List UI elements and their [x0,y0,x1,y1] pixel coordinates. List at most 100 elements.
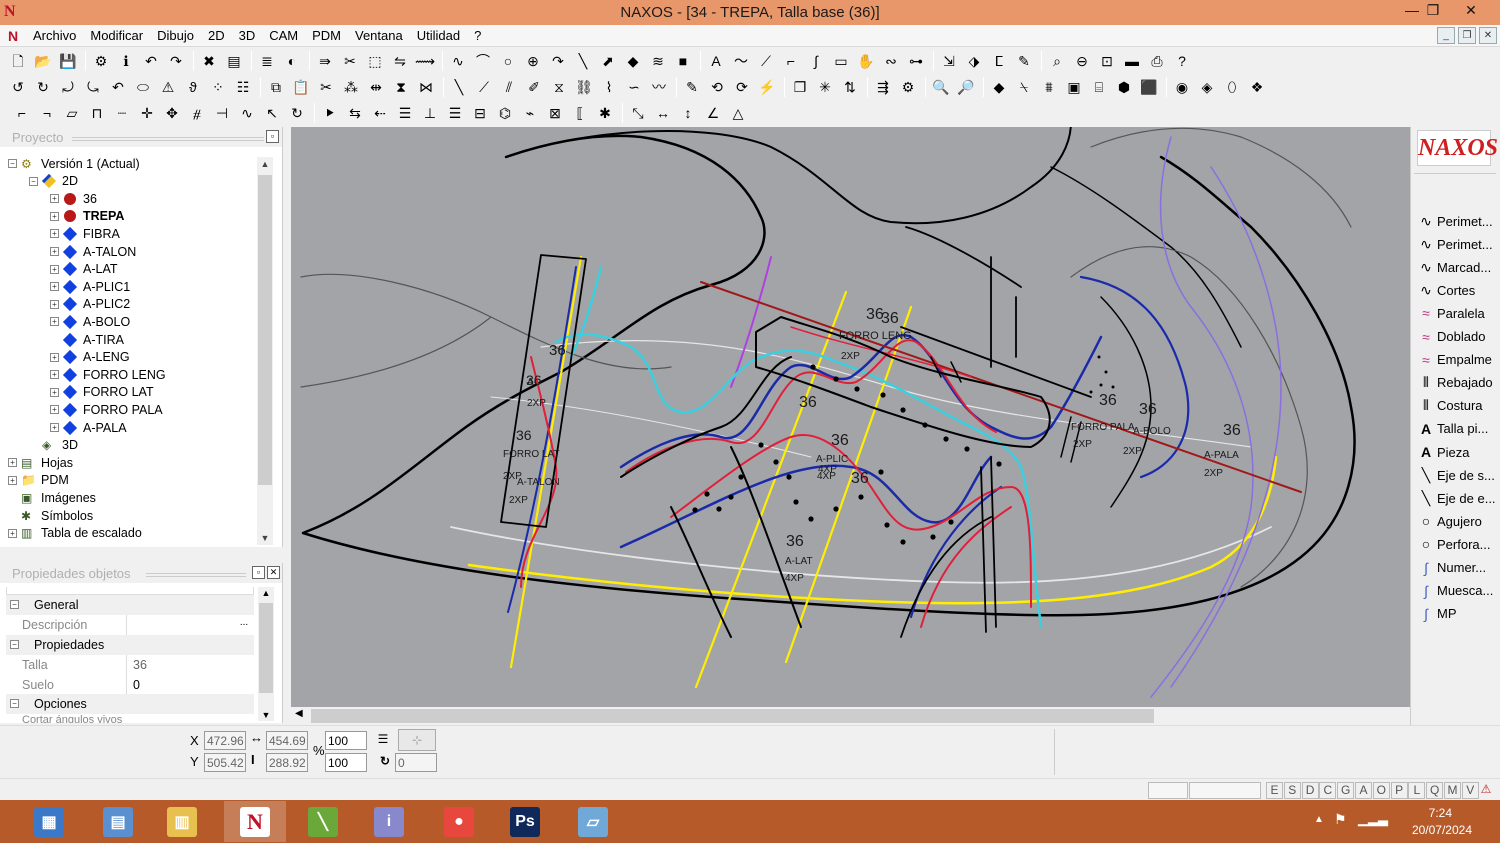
prop-suelo-value[interactable]: 0 [126,675,254,695]
tree-item-2d[interactable]: − 2D [29,173,78,190]
wave2-icon[interactable]: 〰 [649,77,669,97]
node-icon[interactable]: ⬈ [598,51,618,71]
scroll-down-icon[interactable]: ▼ [258,710,274,720]
status-toggle-g[interactable]: G [1337,782,1355,799]
restore-button[interactable]: ❐ [1413,0,1453,22]
expand-icon[interactable]: + [50,211,59,221]
scroll-left-icon[interactable]: ◀ [295,708,303,719]
panel-float-icon[interactable]: ▫ [252,566,265,579]
circle-icon[interactable]: ○ [498,51,518,71]
redo-icon[interactable]: ↷ [166,51,186,71]
expand-icon[interactable]: + [50,387,59,397]
tree-item-pdm[interactable]: + 📁 PDM [8,472,69,489]
bars-icon[interactable]: ☰ [445,103,465,123]
canvas-label[interactable]: 36 [516,427,532,443]
hatch-icon[interactable]: ⧣ [187,103,207,123]
tree-item-3d[interactable]: ◈ 3D [29,437,78,454]
expand-icon[interactable]: + [8,458,17,468]
canvas-label[interactable]: 2XP [527,398,546,409]
section-general[interactable]: − General [6,595,254,615]
tree-item-a-plic1[interactable]: + A-PLIC1 [50,278,130,295]
import-icon[interactable]: ⇠ [370,103,390,123]
collapse-icon[interactable]: − [10,640,19,649]
menu-ventana[interactable]: Ventana [348,28,410,43]
ruler2-icon[interactable]: ⊠ [545,103,565,123]
arc3-icon[interactable]: ⤾ [58,77,78,97]
pattern-drawing[interactable]: 363636363636363636363636FORRO LENG2XPA-P… [291,127,1410,707]
clock-time[interactable]: 7:24 [1429,806,1452,820]
hourglass-icon[interactable]: ⧗ [391,77,411,97]
descripcion-browse-button[interactable]: ... [234,617,254,628]
tree-item-a-tira[interactable]: A-TIRA [50,331,124,348]
canvas-label[interactable]: 36 [1099,392,1117,409]
zoom-fit-icon[interactable]: ⌕ [1047,51,1067,71]
section-propiedades[interactable]: − Propiedades [6,635,254,655]
tool-eje-de-e[interactable]: ╲ Eje de e... [1416,487,1500,509]
new-file-icon[interactable]: 🗋 [8,51,28,71]
dash-icon[interactable]: ┈ [112,103,132,123]
tool-paralela[interactable]: ≈ Paralela [1416,302,1500,324]
scale-x-field[interactable]: 100 [325,731,367,750]
zoom-window-icon[interactable]: ⊡ [1097,51,1117,71]
spiral-icon[interactable]: ϑ [183,77,203,97]
properties-icon[interactable]: ▤ [224,51,244,71]
graph-icon[interactable]: ⌁ [520,103,540,123]
fill-icon[interactable]: ■ [673,51,693,71]
pattern-icon[interactable]: ⚙ [898,77,918,97]
tree-item-símbolos[interactable]: ✱ Símbolos [8,507,93,524]
expand-icon[interactable]: + [50,317,59,327]
delete-icon[interactable]: ✖ [199,51,219,71]
split2-icon[interactable]: ⍀ [1014,77,1034,97]
canvas-label[interactable]: 36 [1139,401,1157,418]
canvas-label[interactable]: 36 [549,342,566,359]
measure2-icon[interactable]: ⤡ [628,103,648,123]
mdi-minimize-button[interactable]: _ [1437,27,1455,44]
prop-talla[interactable]: Talla 36 [6,655,254,675]
diamond-icon[interactable]: ◆ [623,51,643,71]
curve-icon[interactable]: ∿ [448,51,468,71]
canvas-label[interactable]: 2XP [509,495,528,506]
tool-rebajado[interactable]: ⫴ Rebajado [1416,372,1500,394]
tool-mp[interactable]: ∫ MP [1416,603,1500,625]
clock-date[interactable]: 20/07/2024 [1412,823,1472,837]
canvas-label[interactable]: 2XP [1123,446,1142,457]
ellipse-icon[interactable]: ⬭ [133,77,153,97]
width-field[interactable]: 454.69 [266,731,308,750]
brush-icon[interactable]: ✐ [524,77,544,97]
scroll-up-icon[interactable]: ▲ [257,159,273,169]
canvas-label[interactable]: FORRO LAT [503,449,559,460]
canvas-label[interactable]: 36 [799,394,817,411]
expand-icon[interactable]: + [50,370,59,380]
help-icon[interactable]: ? [1172,51,1192,71]
move-icon[interactable]: ⊹ [398,729,436,751]
rectangle-icon[interactable]: ▭ [831,51,851,71]
canvas-label[interactable]: A-TALON [517,477,560,488]
canvas-label[interactable]: 36 [831,432,849,449]
expand-icon[interactable]: + [50,352,59,362]
tree-item-a-talon[interactable]: + A-TALON [50,243,136,260]
canvas-label[interactable]: 36 [786,533,804,550]
break-icon[interactable]: ⚡ [757,77,777,97]
array-icon[interactable]: ⁂ [341,77,361,97]
shape-icon[interactable]: ⬢ [1114,77,1134,97]
globe-icon[interactable]: ◉ [1172,77,1192,97]
cut-icon[interactable]: ✂ [340,51,360,71]
menu-archivo[interactable]: Archivo [26,28,83,43]
tool-perimet[interactable]: ∿ Perimet... [1416,210,1500,232]
taskbar-file-explorer[interactable]: ▥ [151,801,213,842]
taskbar-notes[interactable]: ▱ [562,801,624,842]
link-icon[interactable]: ⇶ [873,77,893,97]
panel-close-icon[interactable]: ✕ [267,566,280,579]
canvas-label[interactable]: 2XP [1073,439,1092,450]
canvas-label[interactable]: 36 [851,470,869,487]
trim-icon[interactable]: ✂ [316,77,336,97]
block-icon[interactable]: ⬛ [1139,77,1159,97]
triangle-icon[interactable]: ⚠ [158,77,178,97]
marker-icon[interactable]: ⊶ [906,51,926,71]
canvas-label[interactable]: 2XP [1204,468,1223,479]
line3-icon[interactable]: ⫽ [499,77,519,97]
y-coordinate-field[interactable]: 505.42 [204,753,246,772]
tree-item-hojas[interactable]: + ▤ Hojas [8,454,73,471]
status-toggle-q[interactable]: Q [1426,782,1444,799]
status-toggle-a[interactable]: A [1355,782,1372,799]
